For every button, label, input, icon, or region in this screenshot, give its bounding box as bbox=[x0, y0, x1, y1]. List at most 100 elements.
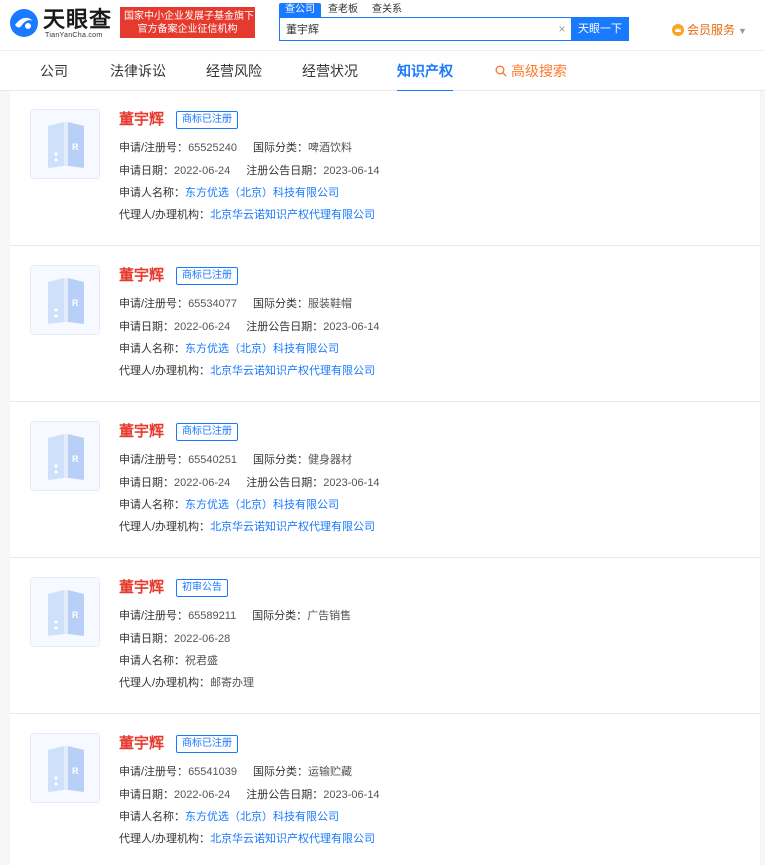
trademark-placeholder-icon: R bbox=[48, 746, 84, 792]
tab-company[interactable]: 公司 bbox=[40, 51, 68, 91]
trademark-card[interactable]: R 董宇辉 商标已注册 申请/注册号：65540251 国际分类：健身器材 申请日… bbox=[10, 403, 760, 558]
reg-row: 申请/注册号：65534077 国际分类：服装鞋帽 bbox=[119, 297, 352, 311]
search-box: × 天眼一下 bbox=[279, 17, 629, 41]
intl-class-label: 国际分类： bbox=[252, 610, 308, 622]
trademark-card[interactable]: R 董宇辉 商标已注册 申请/注册号：65525240 国际分类：啤酒饮料 申请日… bbox=[10, 91, 760, 246]
agent-row: 代理人/办理机构：邮寄办理 bbox=[119, 676, 254, 690]
brand-logo[interactable]: 天眼查 TianYanCha.com bbox=[9, 6, 117, 42]
trademark-placeholder-icon: R bbox=[48, 278, 84, 324]
svg-text:R: R bbox=[72, 454, 79, 464]
announce-date-label: 注册公告日期： bbox=[246, 321, 324, 333]
reg-no-label: 申请/注册号： bbox=[119, 142, 189, 154]
agent-link[interactable]: 北京华云诺知识产权代理有限公司 bbox=[210, 833, 375, 845]
trademark-image[interactable]: R bbox=[30, 265, 100, 335]
applicant-row: 申请人名称：东方优选（北京）科技有限公司 bbox=[119, 498, 339, 512]
search-input[interactable] bbox=[280, 18, 550, 40]
search-tab-company[interactable]: 查公司 bbox=[279, 3, 321, 17]
trademark-name[interactable]: 董宇辉 bbox=[119, 111, 164, 129]
svg-text:R: R bbox=[72, 298, 79, 308]
trademark-card[interactable]: R 董宇辉 商标已注册 申请/注册号：65541039 国际分类：运输贮藏 申请日… bbox=[10, 715, 760, 865]
intl-class-value: 广告销售 bbox=[307, 610, 352, 622]
intl-class-value: 运输贮藏 bbox=[308, 766, 353, 778]
intl-class-label: 国际分类： bbox=[253, 142, 309, 154]
svg-text:R: R bbox=[72, 142, 79, 152]
trademark-image[interactable]: R bbox=[30, 109, 100, 179]
apply-date-label: 申请日期： bbox=[119, 321, 174, 333]
trademark-image[interactable]: R bbox=[30, 577, 100, 647]
agent-row: 代理人/办理机构：北京华云诺知识产权代理有限公司 bbox=[119, 208, 375, 222]
date-row: 申请日期：2022-06-24 注册公告日期：2023-06-14 bbox=[119, 788, 380, 802]
trademark-card[interactable]: R 董宇辉 初审公告 申请/注册号：65589211 国际分类：广告销售 申请日期… bbox=[10, 559, 760, 714]
applicant-label: 申请人名称： bbox=[119, 499, 185, 511]
reg-row: 申请/注册号：65540251 国际分类：健身器材 bbox=[119, 453, 352, 467]
applicant-label: 申请人名称： bbox=[119, 343, 185, 355]
announce-date-value: 2023-06-14 bbox=[323, 477, 380, 489]
agent-label: 代理人/办理机构： bbox=[119, 521, 211, 533]
applicant-link[interactable]: 东方优选（北京）科技有限公司 bbox=[185, 343, 339, 355]
intl-class-label: 国际分类： bbox=[253, 454, 309, 466]
intl-class-value: 啤酒饮料 bbox=[308, 142, 353, 154]
clear-icon[interactable]: × bbox=[556, 23, 568, 35]
tab-operation[interactable]: 经营状况 bbox=[302, 51, 358, 91]
intl-class-value: 服装鞋帽 bbox=[308, 298, 353, 310]
reg-no-value: 65540251 bbox=[188, 454, 238, 466]
trademark-image[interactable]: R bbox=[30, 733, 100, 803]
agent-row: 代理人/办理机构：北京华云诺知识产权代理有限公司 bbox=[119, 832, 375, 846]
tab-legal[interactable]: 法律诉讼 bbox=[110, 51, 166, 91]
trademark-name[interactable]: 董宇辉 bbox=[119, 579, 164, 597]
applicant-link[interactable]: 东方优选（北京）科技有限公司 bbox=[185, 811, 339, 823]
vip-label: 会员服务 bbox=[687, 23, 736, 37]
reg-no-label: 申请/注册号： bbox=[119, 454, 189, 466]
status-badge: 商标已注册 bbox=[176, 423, 238, 441]
search-tab-boss[interactable]: 查老板 bbox=[322, 3, 364, 17]
tab-risk[interactable]: 经营风险 bbox=[206, 51, 262, 91]
intl-class-label: 国际分类： bbox=[253, 766, 309, 778]
agent-link[interactable]: 北京华云诺知识产权代理有限公司 bbox=[210, 521, 375, 533]
apply-date-label: 申请日期： bbox=[119, 633, 174, 645]
section-nav: 公司 法律诉讼 经营风险 经营状况 知识产权 高级搜索 bbox=[0, 50, 765, 92]
announce-date-value: 2023-06-14 bbox=[323, 165, 380, 177]
intl-class-label: 国际分类： bbox=[253, 298, 309, 310]
tab-ip[interactable]: 知识产权 bbox=[397, 51, 453, 92]
chevron-down-icon: ▼ bbox=[738, 26, 747, 36]
trademark-name[interactable]: 董宇辉 bbox=[119, 267, 164, 285]
announce-date-label: 注册公告日期： bbox=[246, 477, 324, 489]
reg-row: 申请/注册号：65541039 国际分类：运输贮藏 bbox=[119, 765, 352, 779]
apply-date-value: 2022-06-24 bbox=[174, 789, 231, 801]
official-badge[interactable]: 国家中小企业发展子基金旗下 官方备案企业征信机构 bbox=[120, 7, 255, 38]
search-icon bbox=[495, 65, 507, 77]
advanced-search-link[interactable]: 高级搜索 bbox=[495, 51, 567, 91]
trademark-image[interactable]: R bbox=[30, 421, 100, 491]
badge-line-1: 国家中小企业发展子基金旗下 bbox=[124, 11, 254, 22]
status-badge: 商标已注册 bbox=[176, 735, 238, 753]
agent-link[interactable]: 邮寄办理 bbox=[210, 677, 254, 689]
applicant-row: 申请人名称：祝君盛 bbox=[119, 654, 218, 668]
advanced-search-label: 高级搜索 bbox=[511, 63, 567, 79]
search-tab-relation[interactable]: 查关系 bbox=[366, 3, 408, 17]
applicant-link[interactable]: 祝君盛 bbox=[185, 655, 218, 667]
search-button[interactable]: 天眼一下 bbox=[571, 17, 629, 41]
reg-no-label: 申请/注册号： bbox=[119, 766, 189, 778]
status-badge: 初审公告 bbox=[176, 579, 228, 597]
trademark-name[interactable]: 董宇辉 bbox=[119, 423, 164, 441]
vip-service-menu[interactable]: 会员服务 ▼ bbox=[672, 22, 747, 38]
apply-date-label: 申请日期： bbox=[119, 165, 174, 177]
trademark-card[interactable]: R 董宇辉 商标已注册 申请/注册号：65534077 国际分类：服装鞋帽 申请日… bbox=[10, 247, 760, 402]
apply-date-value: 2022-06-28 bbox=[174, 633, 231, 645]
trademark-placeholder-icon: R bbox=[48, 590, 84, 636]
agent-link[interactable]: 北京华云诺知识产权代理有限公司 bbox=[210, 209, 375, 221]
apply-date-value: 2022-06-24 bbox=[174, 477, 231, 489]
applicant-link[interactable]: 东方优选（北京）科技有限公司 bbox=[185, 499, 339, 511]
trademark-name[interactable]: 董宇辉 bbox=[119, 735, 164, 753]
applicant-label: 申请人名称： bbox=[119, 655, 185, 667]
apply-date-value: 2022-06-24 bbox=[174, 165, 231, 177]
reg-no-label: 申请/注册号： bbox=[119, 298, 189, 310]
intl-class-value: 健身器材 bbox=[308, 454, 353, 466]
brand-domain: TianYanCha.com bbox=[45, 32, 103, 39]
reg-no-value: 65589211 bbox=[188, 610, 237, 622]
agent-label: 代理人/办理机构： bbox=[119, 833, 211, 845]
announce-date-label: 注册公告日期： bbox=[246, 165, 324, 177]
agent-link[interactable]: 北京华云诺知识产权代理有限公司 bbox=[210, 365, 375, 377]
applicant-link[interactable]: 东方优选（北京）科技有限公司 bbox=[185, 187, 339, 199]
badge-line-2: 官方备案企业征信机构 bbox=[137, 24, 238, 35]
